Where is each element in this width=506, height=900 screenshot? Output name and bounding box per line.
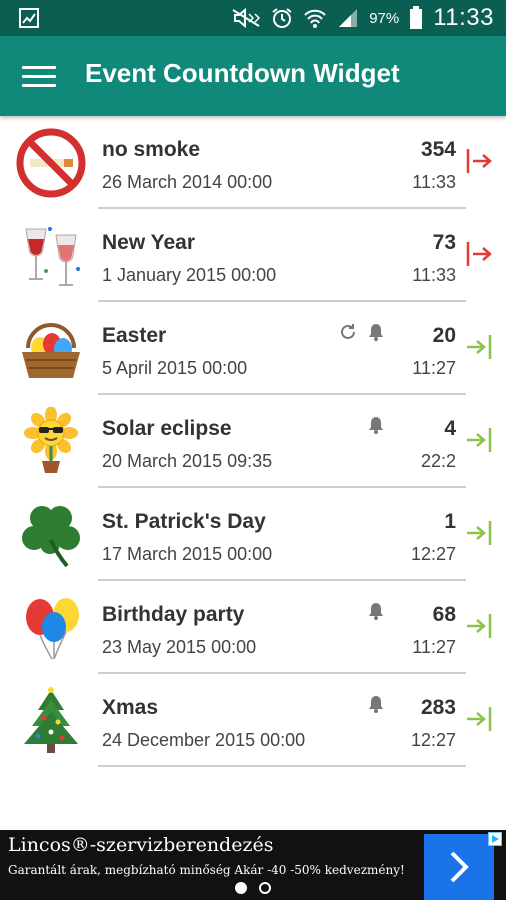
event-title: St. Patrick's Day [102, 510, 266, 533]
ad-title[interactable]: Lincos®-szervizberendezés [8, 834, 273, 856]
event-time: 11:33 [412, 172, 456, 192]
shamrock-icon [22, 506, 80, 568]
app-bar: Event Countdown Widget [0, 36, 506, 116]
gallery-notification-icon [19, 8, 39, 28]
event-date: 17 March 2015 00:00 [102, 544, 273, 564]
christmas-tree-icon [24, 687, 78, 753]
battery-icon [410, 6, 423, 29]
mute-icon [232, 8, 261, 28]
until-arrow-icon [467, 707, 492, 731]
event-date: 5 April 2015 00:00 [102, 358, 248, 378]
event-date: 20 March 2015 09:35 [102, 451, 273, 471]
event-row[interactable]: New Year 1 January 2015 00:00 73 11:33 [0, 209, 506, 302]
alarm-icon [272, 8, 292, 28]
event-count: 283 [420, 696, 456, 719]
event-count: 68 [432, 603, 456, 626]
wifi-icon [304, 9, 326, 28]
clock: 11:33 [433, 4, 494, 31]
event-time: 12:27 [410, 544, 456, 564]
event-row[interactable]: Easter 5 April 2015 00:00 20 11:27 [0, 302, 506, 395]
repeat-icon [341, 324, 355, 339]
status-bar: 97% 11:33 [0, 0, 506, 36]
event-count: 4 [444, 417, 456, 440]
ad-text[interactable]: Garantált árak, megbízható minőség Akár … [8, 863, 405, 877]
event-time: 11:33 [412, 265, 456, 285]
event-row[interactable]: Xmas 24 December 2015 00:00 283 12:27 [0, 674, 506, 767]
signal-icon [339, 9, 358, 27]
event-title: no smoke [102, 138, 201, 161]
event-title: New Year [102, 231, 196, 254]
event-count: 354 [420, 138, 456, 161]
until-arrow-icon [467, 335, 492, 359]
event-flags [338, 322, 386, 342]
ad-banner[interactable]: Lincos®-szervizberendezés Garantált árak… [0, 830, 506, 900]
event-row[interactable]: St. Patrick's Day 17 March 2015 00:00 1 … [0, 488, 506, 581]
since-arrow-icon [466, 149, 492, 173]
event-title: Solar eclipse [102, 417, 232, 440]
menu-icon[interactable] [22, 62, 56, 90]
event-row[interactable]: Birthday party 23 May 2015 00:00 68 11:2… [0, 581, 506, 674]
event-list: no smoke 26 March 2014 00:00 354 11:33 N… [0, 116, 506, 767]
event-flags [366, 415, 386, 435]
page-indicator [0, 882, 506, 894]
event-title: Easter [102, 324, 167, 347]
event-time: 11:27 [412, 358, 456, 378]
event-count: 73 [432, 231, 456, 254]
bell-icon [369, 417, 383, 434]
bell-icon [369, 324, 383, 341]
app-title: Event Countdown Widget [85, 58, 400, 88]
until-arrow-icon [467, 428, 492, 452]
event-row[interactable]: Solar eclipse 20 March 2015 09:35 4 22:2 [0, 395, 506, 488]
ad-choices-icon[interactable] [488, 832, 502, 846]
event-row[interactable]: no smoke 26 March 2014 00:00 354 11:33 [0, 116, 506, 209]
since-arrow-icon [466, 242, 492, 266]
no-smoking-icon [16, 128, 86, 198]
event-flags [366, 694, 386, 714]
page-dot-1[interactable] [235, 882, 247, 894]
event-flags [366, 601, 386, 621]
event-title: Xmas [102, 696, 159, 719]
event-title: Birthday party [102, 603, 245, 626]
bell-icon [369, 603, 383, 620]
champagne-glasses-icon [25, 227, 80, 286]
event-count: 20 [432, 324, 456, 347]
event-date: 24 December 2015 00:00 [102, 730, 306, 750]
chevron-right-icon [450, 851, 469, 883]
event-date: 1 January 2015 00:00 [102, 265, 277, 285]
balloons-icon [26, 598, 79, 660]
event-date: 26 March 2014 00:00 [102, 172, 273, 192]
until-arrow-icon [467, 614, 492, 638]
event-time: 22:2 [420, 451, 456, 471]
event-count: 1 [444, 510, 456, 533]
event-time: 12:27 [410, 730, 456, 750]
battery-percent: 97% [369, 9, 400, 27]
event-date: 23 May 2015 00:00 [102, 637, 257, 657]
easter-basket-icon [22, 323, 80, 378]
sunflower-icon [24, 407, 78, 473]
page-dot-2[interactable] [259, 882, 271, 894]
bell-icon [369, 696, 383, 713]
event-time: 11:27 [412, 637, 456, 657]
divider [98, 765, 466, 767]
until-arrow-icon [467, 521, 492, 545]
